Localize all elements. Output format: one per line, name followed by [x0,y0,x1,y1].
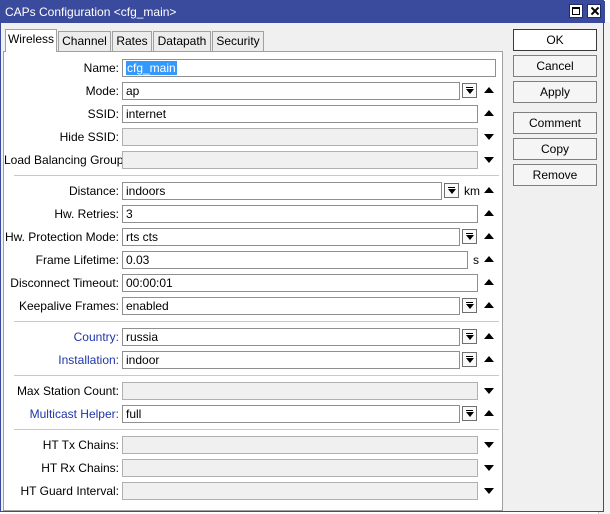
comment-button[interactable]: Comment [513,112,597,134]
distance-unit: km [464,184,480,198]
wireless-panel: Name: cfg_main Mode: ap SSID: internet H… [3,51,503,511]
max-station-count-label: Max Station Count: [16,384,119,398]
distance-collapse-icon[interactable] [484,187,494,193]
country-dropdown-icon[interactable] [462,329,477,344]
ht-guard-interval-expand-icon[interactable] [484,488,494,494]
hide-ssid-field[interactable] [122,128,478,146]
hw-protection-mode-select[interactable]: rts cts [122,228,460,246]
ok-button[interactable]: OK [513,29,597,51]
keepalive-frames-collapse-icon[interactable] [484,302,494,308]
ht-rx-chains-expand-icon[interactable] [484,465,494,471]
frame-lifetime-label: Frame Lifetime: [35,253,119,267]
hw-protection-mode-dropdown-icon[interactable] [462,229,477,244]
tab-datapath[interactable]: Datapath [153,31,211,51]
keepalive-frames-label: Keepalive Frames: [18,299,119,313]
section-divider [14,321,499,322]
ssid-collapse-icon[interactable] [484,110,494,116]
hw-retries-label: Hw. Retries: [54,207,119,221]
mode-label: Mode: [85,84,119,98]
ssid-field[interactable]: internet [122,105,478,123]
close-icon[interactable] [587,4,601,18]
load-balancing-group-label: Load Balancing Group: [4,153,127,167]
disconnect-timeout-label: Disconnect Timeout: [10,276,119,290]
section-divider [14,175,499,176]
tab-channel[interactable]: Channel [58,31,111,51]
name-value: cfg_main [126,61,177,75]
mode-select[interactable]: ap [122,82,460,100]
installation-select[interactable]: indoor [122,351,460,369]
tab-security[interactable]: Security [212,31,264,51]
multicast-helper-dropdown-icon[interactable] [462,406,477,421]
multicast-helper-select[interactable]: full [122,405,460,423]
distance-label: Distance: [68,184,119,198]
hw-protection-mode-label: Hw. Protection Mode: [4,230,119,244]
hide-ssid-expand-icon[interactable] [484,134,494,140]
multicast-helper-label: Multicast Helper: [29,407,119,421]
max-station-count-expand-icon[interactable] [484,388,494,394]
section-divider [14,429,499,430]
disconnect-timeout-field[interactable]: 00:00:01 [122,274,478,292]
country-select[interactable]: russia [122,328,460,346]
max-station-count-field[interactable] [122,382,478,400]
hw-retries-field[interactable]: 3 [122,205,478,223]
tab-wireless[interactable]: Wireless [5,29,57,52]
load-balancing-group-expand-icon[interactable] [484,157,494,163]
hw-retries-collapse-icon[interactable] [484,210,494,216]
keepalive-frames-select[interactable]: enabled [122,297,460,315]
frame-lifetime-collapse-icon[interactable] [484,256,494,262]
cancel-button[interactable]: Cancel [513,55,597,77]
country-collapse-icon[interactable] [484,333,494,339]
keepalive-frames-dropdown-icon[interactable] [462,298,477,313]
hide-ssid-label: Hide SSID: [59,130,119,144]
title-bar[interactable]: CAPs Configuration <cfg_main> [1,1,605,23]
frame-lifetime-unit: s [473,253,479,267]
mode-dropdown-icon[interactable] [462,83,477,98]
ht-guard-interval-label: HT Guard Interval: [20,484,119,498]
caps-configuration-window: CAPs Configuration <cfg_main> Wireless C… [0,0,605,512]
frame-lifetime-field[interactable]: 0.03 [122,251,468,269]
apply-button[interactable]: Apply [513,81,597,103]
installation-label: Installation: [58,353,119,367]
ht-rx-chains-field[interactable] [122,459,478,477]
hw-protection-mode-collapse-icon[interactable] [484,233,494,239]
section-divider [14,375,499,376]
copy-button[interactable]: Copy [513,138,597,160]
ht-tx-chains-label: HT Tx Chains: [42,438,119,452]
multicast-helper-collapse-icon[interactable] [484,410,494,416]
installation-dropdown-icon[interactable] [462,352,477,367]
name-field[interactable]: cfg_main [122,59,496,77]
window-title: CAPs Configuration <cfg_main> [5,5,177,19]
ht-tx-chains-expand-icon[interactable] [484,442,494,448]
restore-icon[interactable] [569,4,583,18]
ht-guard-interval-field[interactable] [122,482,478,500]
load-balancing-group-field[interactable] [122,151,478,169]
ssid-label: SSID: [87,107,119,121]
disconnect-timeout-collapse-icon[interactable] [484,279,494,285]
mode-collapse-icon[interactable] [484,87,494,93]
distance-dropdown-icon[interactable] [444,183,459,198]
installation-collapse-icon[interactable] [484,356,494,362]
name-label: Name: [83,61,119,75]
country-label: Country: [73,330,119,344]
ht-tx-chains-field[interactable] [122,436,478,454]
remove-button[interactable]: Remove [513,164,597,186]
tab-rates[interactable]: Rates [112,31,152,51]
ht-rx-chains-label: HT Rx Chains: [41,461,119,475]
distance-select[interactable]: indoors [122,182,442,200]
